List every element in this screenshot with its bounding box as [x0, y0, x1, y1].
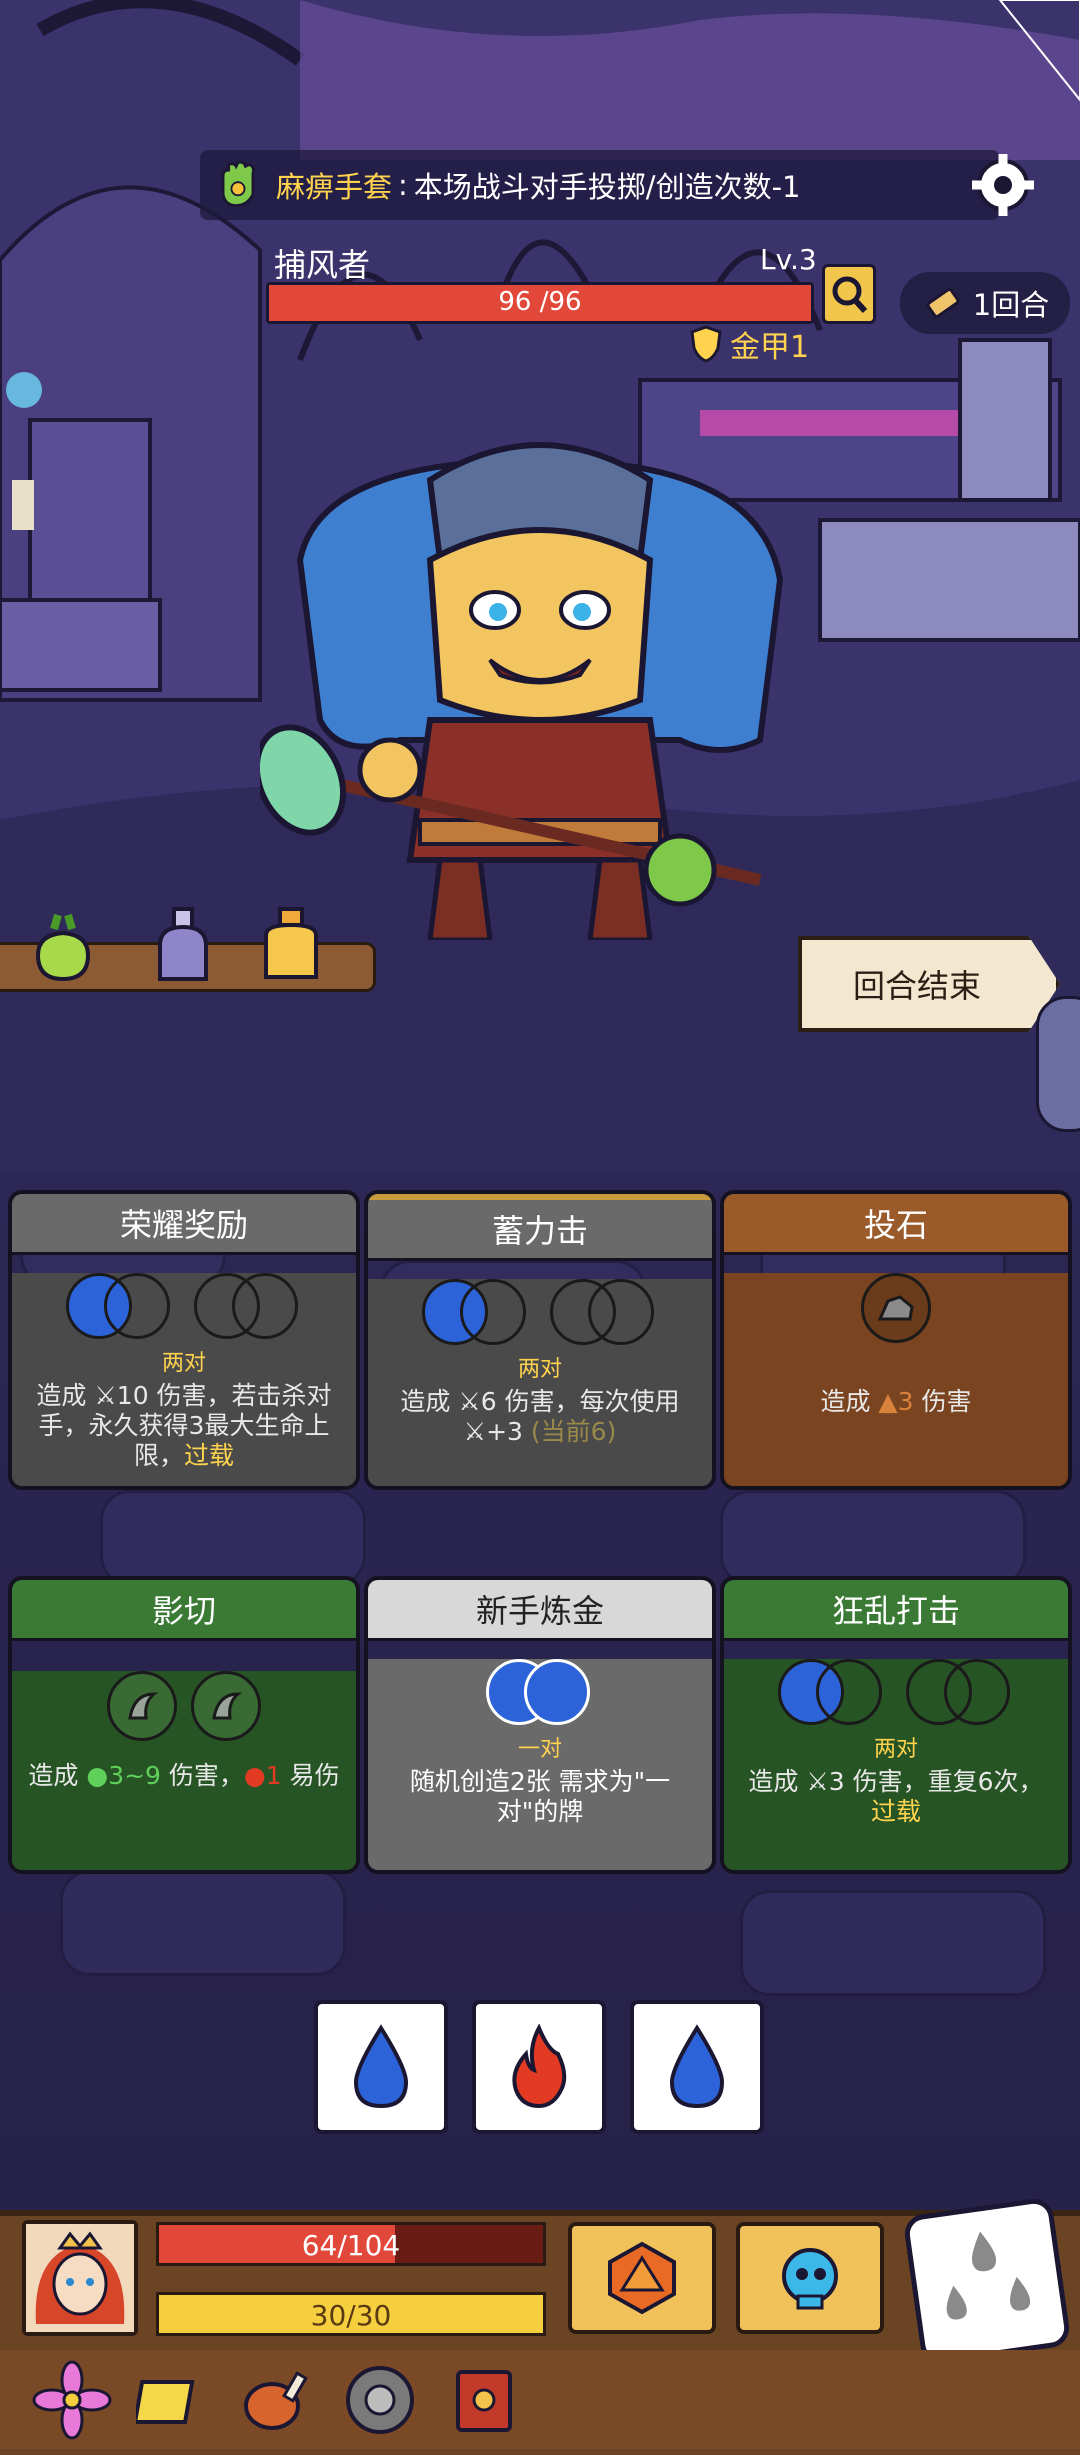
yellow-potion-icon[interactable] — [256, 905, 326, 985]
player-energy-bar: 30/30 — [156, 2292, 546, 2336]
shield-disc-icon[interactable] — [340, 2360, 420, 2440]
player-energy-text: 30/30 — [310, 2299, 392, 2332]
enemy-monster[interactable] — [260, 440, 820, 940]
card-description: 造成 ⚔6 伤害，每次使用 ⚔+3 (当前6) — [400, 1387, 680, 1446]
slot-pair — [906, 1659, 1014, 1729]
card-title: 蓄力击 — [368, 1194, 712, 1261]
player-avatar[interactable] — [22, 2220, 138, 2336]
card-title: 荣耀奖励 — [12, 1194, 356, 1255]
enemy-hp-bar: 96 /96 — [266, 282, 814, 324]
claw-icon — [212, 1692, 243, 1720]
skill-card-throw-stone[interactable]: 投石 造成 ▲3 伤害 — [720, 1190, 1072, 1490]
player-hp-bar: 64/104 — [156, 2222, 546, 2266]
water-drop-icon — [353, 2024, 409, 2109]
card-description: 造成 ⚔10 伤害，若击杀对手，永久获得3最大生命上限，过载 — [36, 1381, 332, 1470]
claw-slot — [107, 1671, 177, 1741]
fire-icon — [512, 2024, 567, 2109]
enemy-armor: 金甲1 — [688, 322, 809, 366]
d20-orange-icon — [608, 2241, 676, 2315]
relic-effect-banner: 麻痹手套 : 本场战斗对手投掷/创造次数-1 — [200, 150, 1000, 220]
relic-effect: 本场战斗对手投掷/创造次数-1 — [413, 170, 801, 204]
armor-label: 金甲1 — [730, 330, 810, 365]
scroll-icon — [926, 288, 960, 318]
card-requirement: 一对 — [517, 1737, 562, 1762]
die-water-1[interactable] — [314, 2000, 448, 2134]
claw-slot — [191, 1671, 261, 1741]
skill-card-novice-alchemy[interactable]: 新手炼金 一对 随机创造2张 需求为"一对"的牌 — [364, 1576, 716, 1874]
orange-die-item[interactable] — [568, 2222, 716, 2334]
player-hp-text: 64/104 — [301, 2229, 401, 2262]
slot-pair — [422, 1279, 530, 1349]
card-description: 造成 ●3~9 伤害，●1 易伤 — [28, 1761, 340, 1790]
rock-icon — [877, 1295, 914, 1321]
heroine-portrait — [26, 2224, 134, 2332]
skill-card-glory-reward[interactable]: 荣耀奖励 两对 造成 ⚔10 伤害，若击杀对手，永久获得3最大生命上限，过载 — [8, 1190, 360, 1490]
slot-pair — [194, 1273, 302, 1343]
blue-skull-item[interactable] — [736, 2222, 884, 2334]
card-description: 造成 ▲3 伤害 — [820, 1387, 972, 1416]
slot-pair — [486, 1659, 594, 1729]
card-title: 狂乱打击 — [724, 1580, 1068, 1641]
side-panel-tab[interactable] — [1036, 996, 1080, 1132]
card-description: 随机创造2张 需求为"一对"的牌 — [409, 1767, 671, 1826]
turn-label: 1回合 — [972, 288, 1050, 322]
card-title: 新手炼金 — [368, 1580, 712, 1641]
flower-icon[interactable] — [32, 2360, 112, 2440]
skill-card-charge-strike[interactable]: 蓄力击 两对 造成 ⚔6 伤害，每次使用 ⚔+3 (当前6) — [364, 1190, 716, 1490]
slot-pair — [550, 1279, 658, 1349]
end-turn-label: 回合结束 — [852, 967, 981, 1005]
magnifier-icon — [832, 276, 868, 314]
skill-card-frenzy-strike[interactable]: 狂乱打击 两对 造成 ⚔3 伤害，重复6次， 过载 — [720, 1576, 1072, 1874]
sword-icon: ⚔ — [458, 1387, 481, 1416]
card-title: 影切 — [12, 1580, 356, 1641]
slot-pair — [778, 1659, 886, 1729]
meat-icon[interactable] — [236, 2360, 316, 2440]
card-requirement: 两对 — [161, 1351, 206, 1376]
green-potion-icon[interactable] — [28, 905, 98, 985]
gold-bars-icon[interactable] — [136, 2360, 216, 2440]
die-fire[interactable] — [472, 2000, 606, 2134]
white-die-icon — [946, 2231, 1031, 2320]
card-title: 投石 — [724, 1194, 1068, 1255]
settings-gear-icon[interactable] — [968, 150, 1038, 220]
enemy-hp-text: 96 /96 — [498, 287, 582, 317]
stone-slot — [861, 1273, 931, 1343]
roll-dice-button[interactable] — [902, 2196, 1072, 2366]
sword-icon: ⚔ — [94, 1381, 117, 1410]
spellbook-icon[interactable] — [444, 2360, 524, 2440]
relic-separator: : — [398, 168, 408, 202]
skill-card-shadow-cut[interactable]: 影切 造成 ●3~9 伤害，●1 易伤 — [8, 1576, 360, 1874]
purple-potion-icon[interactable] — [148, 905, 218, 985]
glove-icon — [221, 160, 255, 207]
water-drop-icon — [669, 2024, 725, 2109]
enemy-level: Lv.3 — [760, 243, 817, 276]
end-turn-button[interactable]: 回合结束 — [798, 936, 1060, 1032]
slot-pair — [66, 1273, 174, 1343]
enemy-name: 捕风者 — [274, 246, 371, 284]
sword-icon: ⚔ — [463, 1417, 487, 1446]
relic-name: 麻痹手套 — [276, 170, 393, 204]
claw-icon — [128, 1692, 159, 1720]
card-description: 造成 ⚔3 伤害，重复6次， 过载 — [748, 1767, 1044, 1826]
card-requirement: 两对 — [873, 1737, 918, 1762]
shield-icon — [690, 325, 722, 363]
die-water-2[interactable] — [630, 2000, 764, 2134]
inspect-enemy-button[interactable] — [822, 264, 876, 324]
turn-counter: 1回合 — [900, 272, 1070, 334]
card-requirement: 两对 — [517, 1357, 562, 1382]
sword-icon: ⚔ — [806, 1767, 829, 1796]
skull-icon — [782, 2248, 838, 2310]
